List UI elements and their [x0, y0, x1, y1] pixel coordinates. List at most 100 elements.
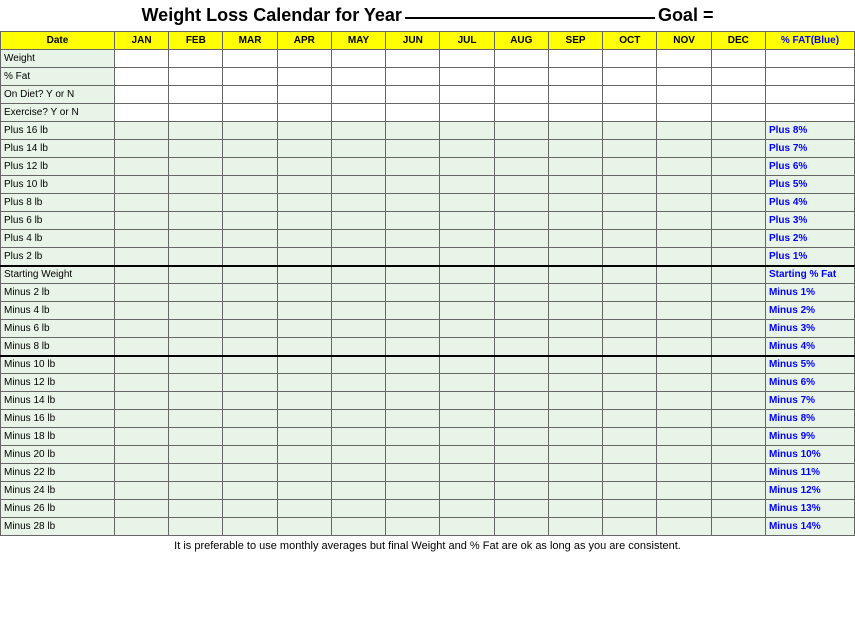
month-cell[interactable]	[494, 176, 548, 194]
month-cell[interactable]	[277, 338, 331, 356]
month-cell[interactable]	[386, 230, 440, 248]
month-cell[interactable]	[277, 176, 331, 194]
month-cell[interactable]	[440, 158, 494, 176]
month-cell[interactable]	[223, 356, 277, 374]
month-cell[interactable]	[440, 320, 494, 338]
month-cell[interactable]	[657, 86, 711, 104]
month-cell[interactable]	[494, 194, 548, 212]
month-cell[interactable]	[169, 464, 223, 482]
month-cell[interactable]	[440, 482, 494, 500]
month-cell[interactable]	[548, 194, 602, 212]
month-cell[interactable]	[114, 50, 168, 68]
month-cell[interactable]	[494, 122, 548, 140]
month-cell[interactable]	[440, 212, 494, 230]
month-cell[interactable]	[711, 104, 765, 122]
month-cell[interactable]	[494, 50, 548, 68]
month-cell[interactable]	[386, 500, 440, 518]
month-cell[interactable]	[386, 338, 440, 356]
month-cell[interactable]	[223, 176, 277, 194]
month-cell[interactable]	[169, 302, 223, 320]
month-cell[interactable]	[277, 500, 331, 518]
month-cell[interactable]	[548, 140, 602, 158]
month-cell[interactable]	[277, 518, 331, 536]
month-cell[interactable]	[548, 482, 602, 500]
month-cell[interactable]	[440, 230, 494, 248]
month-cell[interactable]	[548, 266, 602, 284]
month-cell[interactable]	[494, 446, 548, 464]
month-cell[interactable]	[114, 230, 168, 248]
month-cell[interactable]	[114, 140, 168, 158]
month-cell[interactable]	[331, 122, 385, 140]
month-cell[interactable]	[494, 104, 548, 122]
month-cell[interactable]	[331, 284, 385, 302]
month-cell[interactable]	[440, 50, 494, 68]
month-cell[interactable]	[169, 356, 223, 374]
month-cell[interactable]	[169, 410, 223, 428]
month-cell[interactable]	[711, 410, 765, 428]
month-cell[interactable]	[657, 176, 711, 194]
month-cell[interactable]	[603, 248, 657, 266]
month-cell[interactable]	[223, 446, 277, 464]
month-cell[interactable]	[711, 392, 765, 410]
month-cell[interactable]	[114, 176, 168, 194]
month-cell[interactable]	[331, 266, 385, 284]
month-cell[interactable]	[657, 68, 711, 86]
month-cell[interactable]	[657, 122, 711, 140]
month-cell[interactable]	[711, 302, 765, 320]
month-cell[interactable]	[386, 302, 440, 320]
month-cell[interactable]	[386, 68, 440, 86]
month-cell[interactable]	[657, 194, 711, 212]
month-cell[interactable]	[386, 446, 440, 464]
month-cell[interactable]	[548, 158, 602, 176]
month-cell[interactable]	[331, 194, 385, 212]
month-cell[interactable]	[114, 374, 168, 392]
month-cell[interactable]	[548, 86, 602, 104]
month-cell[interactable]	[657, 230, 711, 248]
month-cell[interactable]	[711, 356, 765, 374]
month-cell[interactable]	[277, 428, 331, 446]
month-cell[interactable]	[331, 392, 385, 410]
month-cell[interactable]	[657, 410, 711, 428]
month-cell[interactable]	[711, 284, 765, 302]
month-cell[interactable]	[711, 212, 765, 230]
month-cell[interactable]	[277, 104, 331, 122]
month-cell[interactable]	[277, 464, 331, 482]
month-cell[interactable]	[657, 464, 711, 482]
month-cell[interactable]	[603, 158, 657, 176]
month-cell[interactable]	[331, 410, 385, 428]
month-cell[interactable]	[114, 104, 168, 122]
month-cell[interactable]	[440, 338, 494, 356]
month-cell[interactable]	[657, 140, 711, 158]
month-cell[interactable]	[169, 50, 223, 68]
month-cell[interactable]	[440, 464, 494, 482]
month-cell[interactable]	[657, 212, 711, 230]
month-cell[interactable]	[114, 446, 168, 464]
month-cell[interactable]	[277, 302, 331, 320]
month-cell[interactable]	[657, 50, 711, 68]
month-cell[interactable]	[494, 230, 548, 248]
month-cell[interactable]	[277, 320, 331, 338]
month-cell[interactable]	[223, 122, 277, 140]
month-cell[interactable]	[440, 266, 494, 284]
month-cell[interactable]	[548, 446, 602, 464]
month-cell[interactable]	[114, 338, 168, 356]
month-cell[interactable]	[440, 248, 494, 266]
month-cell[interactable]	[386, 518, 440, 536]
month-cell[interactable]	[386, 176, 440, 194]
month-cell[interactable]	[494, 410, 548, 428]
month-cell[interactable]	[440, 392, 494, 410]
month-cell[interactable]	[657, 482, 711, 500]
month-cell[interactable]	[386, 482, 440, 500]
month-cell[interactable]	[494, 356, 548, 374]
month-cell[interactable]	[386, 248, 440, 266]
month-cell[interactable]	[548, 176, 602, 194]
month-cell[interactable]	[494, 266, 548, 284]
month-cell[interactable]	[169, 482, 223, 500]
month-cell[interactable]	[331, 338, 385, 356]
month-cell[interactable]	[711, 266, 765, 284]
month-cell[interactable]	[548, 212, 602, 230]
month-cell[interactable]	[711, 446, 765, 464]
month-cell[interactable]	[277, 356, 331, 374]
month-cell[interactable]	[331, 500, 385, 518]
month-cell[interactable]	[603, 374, 657, 392]
